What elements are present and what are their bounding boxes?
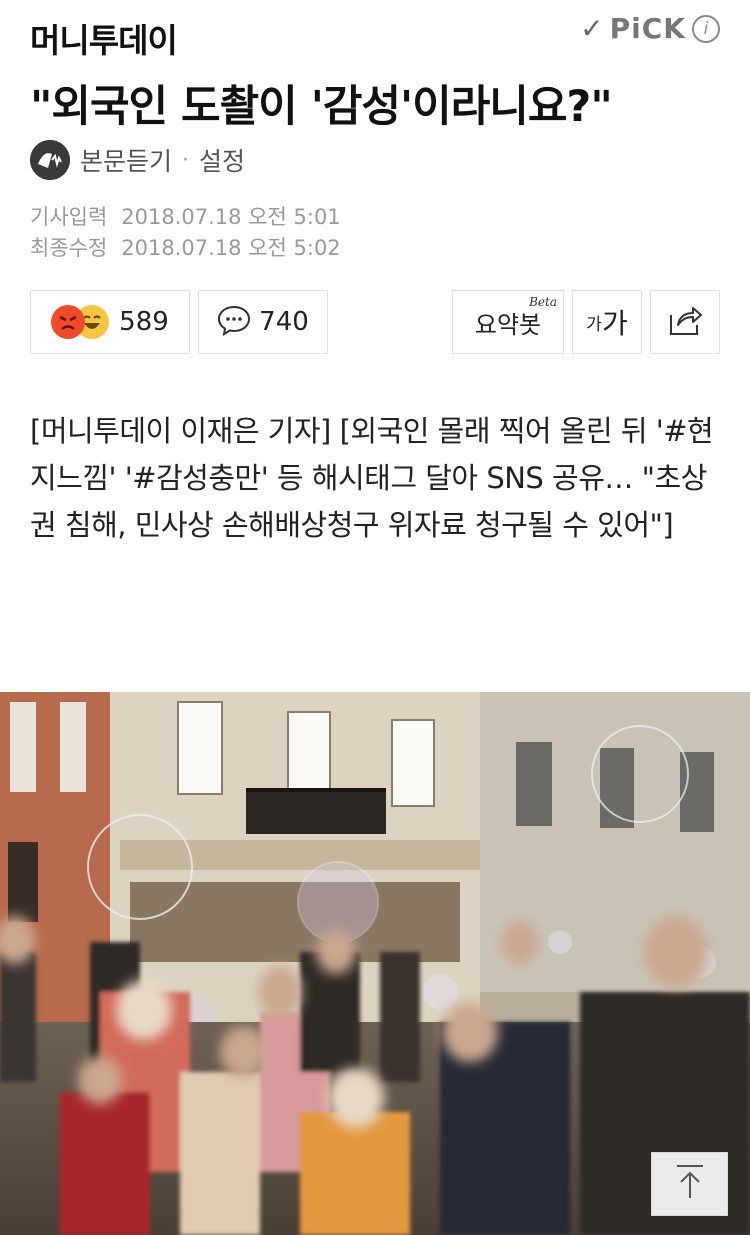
- comment-button[interactable]: 740: [198, 290, 328, 354]
- input-date-row: 기사입력 2018.07.18 오전 5:01: [30, 202, 341, 233]
- comment-count: 740: [259, 307, 309, 337]
- share-icon: [667, 303, 703, 341]
- arrow-up-icon: [673, 1163, 707, 1205]
- scroll-top-button[interactable]: [651, 1152, 728, 1216]
- font-large-glyph: 가: [601, 307, 628, 340]
- separator-dot: ·: [182, 147, 190, 173]
- modified-date-label: 최종수정: [30, 236, 108, 260]
- check-icon: ✓: [580, 12, 604, 45]
- summary-bot-button[interactable]: 요약봇 Beta: [452, 290, 564, 354]
- modified-date-value: 2018.07.18 오전 5:02: [121, 236, 341, 260]
- press-name[interactable]: 머니투데이: [30, 14, 178, 62]
- tts-icon[interactable]: [30, 140, 70, 180]
- modified-date-row: 최종수정 2018.07.18 오전 5:02: [30, 233, 341, 264]
- input-date-label: 기사입력: [30, 205, 108, 229]
- reaction-button[interactable]: 589: [30, 290, 190, 354]
- tts-button[interactable]: 본문듣기: [80, 142, 172, 178]
- share-button[interactable]: [650, 290, 720, 354]
- reaction-count: 589: [119, 307, 169, 337]
- settings-button[interactable]: 설정: [199, 142, 245, 178]
- article-title: "외국인 도촬이 '감성'이라니요?": [30, 82, 613, 132]
- info-icon[interactable]: i: [692, 14, 720, 43]
- pick-label: PiCK: [609, 12, 686, 45]
- article-body: [머니투데이 이재은 기자] [외국인 몰래 찍어 올린 뒤 '#현지느낌' '…: [30, 414, 714, 542]
- pick-badge[interactable]: ✓ PiCK i: [580, 12, 720, 45]
- font-size-button[interactable]: 가가: [572, 290, 642, 354]
- input-date-value: 2018.07.18 오전 5:01: [121, 205, 341, 229]
- article-dates: 기사입력 2018.07.18 오전 5:01 최종수정 2018.07.18 오전…: [30, 202, 341, 264]
- article-photo: [0, 692, 750, 1235]
- beta-badge: Beta: [529, 295, 557, 309]
- speech-bubble-icon: [217, 304, 251, 340]
- angry-face-icon: [51, 305, 86, 339]
- summary-bot-label: 요약봇: [474, 310, 542, 339]
- font-small-glyph: 가: [586, 314, 602, 335]
- article-tools: 본문듣기 · 설정: [30, 140, 245, 180]
